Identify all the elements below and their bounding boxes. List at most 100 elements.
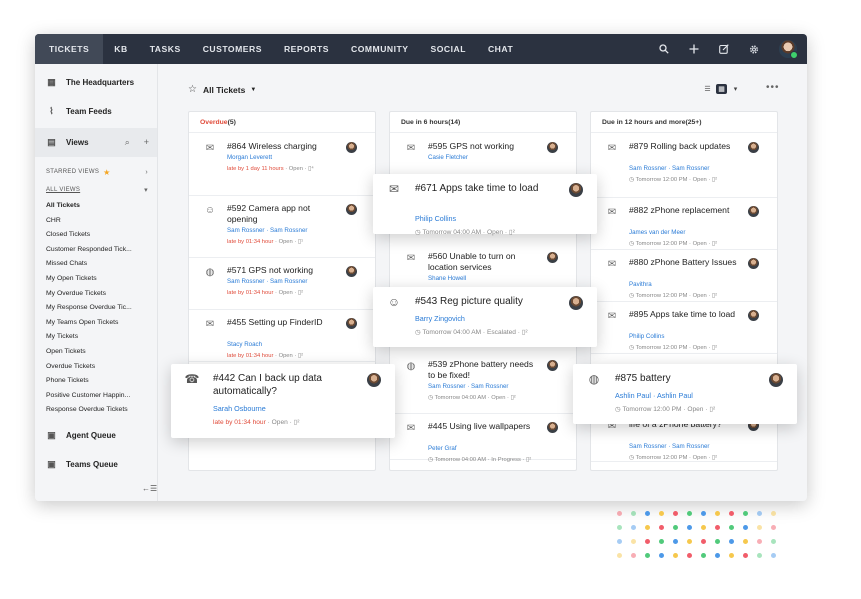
ticket-title[interactable]: #543 Reg picture quality bbox=[415, 295, 575, 308]
ticket-card[interactable]: ✉ #560 Unable to turn on location service… bbox=[390, 244, 576, 290]
view-item[interactable]: Customer Responded Tick... bbox=[35, 243, 145, 258]
view-item[interactable]: My Teams Open Tickets bbox=[35, 316, 145, 331]
ticket-title[interactable]: #592 Camera app not opening bbox=[227, 203, 337, 225]
view-item[interactable]: Missed Chats bbox=[35, 257, 145, 272]
ticket-assignee[interactable]: Philip Collins bbox=[415, 214, 456, 223]
ticket-assignee[interactable]: Barry Zingovich bbox=[415, 314, 465, 323]
tab-community[interactable]: COMMUNITY bbox=[340, 34, 420, 64]
ticket-assignee[interactable]: Morgan Leverett bbox=[227, 154, 272, 161]
ticket-title[interactable]: #671 Apps take time to load bbox=[415, 182, 575, 195]
ticket-assignee[interactable]: Shane Howell bbox=[428, 275, 466, 282]
ticket-title[interactable]: #895 Apps take time to load bbox=[629, 309, 739, 320]
all-views-header[interactable]: ALL VIEWS ▾ bbox=[35, 181, 157, 199]
ticket-assignee[interactable]: Casie Fletcher bbox=[428, 154, 468, 161]
ticket-assignee[interactable]: Sam Rossner · Sam Rossner bbox=[629, 443, 709, 450]
plus-icon[interactable] bbox=[689, 44, 699, 54]
view-item[interactable]: Open Tickets bbox=[35, 345, 145, 360]
decorative-dot bbox=[645, 539, 650, 544]
user-avatar[interactable] bbox=[779, 40, 798, 59]
ticket-assignee[interactable]: Peter Graf bbox=[428, 445, 457, 452]
ticket-title[interactable]: #595 GPS not working bbox=[428, 141, 538, 152]
ticket-meta: ◷ Tomorrow 04:00 AM · Open · ▯² bbox=[415, 229, 515, 236]
sidebar-item-agent-queue[interactable]: ▣ Agent Queue bbox=[35, 421, 157, 450]
ticket-title[interactable]: #875 battery bbox=[615, 372, 775, 385]
collapse-sidebar-icon[interactable]: ←☰ bbox=[142, 484, 157, 493]
view-item[interactable]: Positive Customer Happin... bbox=[35, 389, 145, 404]
view-item[interactable]: My Tickets bbox=[35, 330, 145, 345]
view-item[interactable]: Phone Tickets bbox=[35, 374, 145, 389]
tab-kb[interactable]: KB bbox=[103, 34, 138, 64]
view-item[interactable]: All Tickets bbox=[35, 199, 145, 214]
ticket-assignee[interactable]: Sam Rossner · Sam Rossner bbox=[629, 165, 709, 172]
all-tickets-selector[interactable]: ☆ All Tickets ▼ bbox=[188, 84, 256, 95]
view-item[interactable]: My Overdue Tickets bbox=[35, 287, 145, 302]
sidebar-item-team-feeds[interactable]: ⌇ Team Feeds bbox=[35, 97, 157, 126]
search-icon[interactable] bbox=[659, 44, 669, 54]
column-header: Due in 12 hours and more (25+) bbox=[591, 112, 777, 133]
tab-social[interactable]: SOCIAL bbox=[420, 34, 477, 64]
tab-tasks[interactable]: TASKS bbox=[139, 34, 192, 64]
dragged-ticket-card[interactable]: ◍ #875 battery Ashlin Paul · Ashlin Paul ◷ … bbox=[573, 364, 797, 424]
ticket-assignee[interactable]: Philip Collins bbox=[629, 333, 664, 340]
tab-reports[interactable]: REPORTS bbox=[273, 34, 340, 64]
ticket-card[interactable]: ✉ #882 zPhone replacement James van der Me… bbox=[591, 198, 777, 250]
ticket-card[interactable]: ◍ #539 zPhone battery needs to be fixed! S… bbox=[390, 352, 576, 414]
decorative-dot bbox=[715, 511, 720, 516]
ticket-card[interactable]: ✉ #455 Setting up FinderID Stacy Roach late… bbox=[189, 310, 375, 362]
tab-chat[interactable]: CHAT bbox=[477, 34, 524, 64]
ticket-title[interactable]: #879 Rolling back updates bbox=[629, 141, 739, 152]
ticket-card[interactable]: ☺ #592 Camera app not opening Sam Rossner … bbox=[189, 196, 375, 258]
compose-icon[interactable] bbox=[719, 44, 729, 54]
tab-tickets[interactable]: TICKETS bbox=[35, 34, 104, 64]
ticket-title[interactable]: #445 Using live wallpapers bbox=[428, 421, 538, 432]
view-item[interactable]: CHR bbox=[35, 214, 145, 229]
more-options-icon[interactable]: ••• bbox=[766, 82, 780, 93]
starred-views-header[interactable]: STARRED VIEWS ★ › bbox=[35, 163, 157, 181]
list-view-icon[interactable]: ☰ bbox=[702, 84, 713, 94]
ticket-card[interactable]: ◍ #571 GPS not working Sam Rossner · Sam R… bbox=[189, 258, 375, 310]
star-outline-icon[interactable]: ☆ bbox=[188, 84, 197, 95]
ticket-assignee[interactable]: Sam Rossner · Sam Rossner bbox=[428, 383, 508, 390]
view-item[interactable]: Closed Tickets bbox=[35, 228, 145, 243]
ticket-assignee[interactable]: Sam Rossner · Sam Rossner bbox=[227, 278, 307, 285]
decorative-dot bbox=[771, 553, 776, 558]
sidebar-item-headquarters[interactable]: ▦ The Headquarters bbox=[35, 68, 157, 97]
ticket-title[interactable]: #539 zPhone battery needs to be fixed! bbox=[428, 359, 538, 381]
ticket-title[interactable]: #571 GPS not working bbox=[227, 265, 337, 276]
search-views-icon[interactable]: ⌕ bbox=[125, 137, 130, 148]
ticket-assignee[interactable]: Pavithra bbox=[629, 281, 652, 288]
ticket-card[interactable]: ✉ #879 Rolling back updates Sam Rossner · … bbox=[591, 134, 777, 198]
view-item[interactable]: Response Overdue Tickets bbox=[35, 403, 145, 418]
email-icon: ✉ bbox=[607, 206, 617, 218]
ticket-title[interactable]: #864 Wireless charging bbox=[227, 141, 337, 152]
ticket-card[interactable]: ✉ #445 Using live wallpapers Peter Graf ◷ T… bbox=[390, 414, 576, 463]
view-item[interactable]: My Response Overdue Tic... bbox=[35, 301, 145, 316]
ticket-title[interactable]: #560 Unable to turn on location services bbox=[428, 251, 538, 273]
ticket-title[interactable]: #442 Can I back up data automatically? bbox=[213, 372, 373, 398]
ticket-assignee[interactable]: James van der Meer bbox=[629, 229, 685, 236]
gear-icon[interactable] bbox=[749, 44, 759, 54]
view-item[interactable]: Overdue Tickets bbox=[35, 360, 145, 375]
add-view-icon[interactable]: + bbox=[144, 137, 149, 148]
dragged-ticket-card[interactable]: ☎ #442 Can I back up data automatically? S… bbox=[171, 364, 395, 438]
view-dropdown-icon[interactable]: ▾ bbox=[730, 84, 741, 94]
ticket-title[interactable]: #455 Setting up FinderID bbox=[227, 317, 337, 328]
ticket-assignee[interactable]: Ashlin Paul · Ashlin Paul bbox=[615, 391, 693, 400]
ticket-title[interactable]: #880 zPhone Battery Issues bbox=[629, 257, 739, 268]
all-tickets-label: All Tickets bbox=[202, 84, 246, 95]
ticket-card[interactable]: ✉ #864 Wireless charging Morgan Leverett la… bbox=[189, 134, 375, 196]
view-item[interactable]: My Open Tickets bbox=[35, 272, 145, 287]
decorative-dot bbox=[631, 553, 636, 558]
ticket-title[interactable]: #882 zPhone replacement bbox=[629, 205, 739, 216]
board-view-icon[interactable]: ▦ bbox=[716, 84, 727, 94]
ticket-assignee[interactable]: Sarah Osbourne bbox=[213, 404, 266, 413]
sidebar-item-teams-queue[interactable]: ▣ Teams Queue bbox=[35, 450, 157, 479]
ticket-card[interactable]: ✉ #880 zPhone Battery Issues Pavithra ◷ Tom… bbox=[591, 250, 777, 302]
sidebar-item-views[interactable]: ▤ Views ⌕ + bbox=[35, 128, 157, 157]
ticket-card[interactable]: ✉ #895 Apps take time to load Philip Colli… bbox=[591, 302, 777, 354]
ticket-assignee[interactable]: Sam Rossner · Sam Rossner bbox=[227, 227, 307, 234]
dragged-ticket-card[interactable]: ✉ #671 Apps take time to load Philip Colli… bbox=[373, 174, 597, 236]
ticket-assignee[interactable]: Stacy Roach bbox=[227, 341, 262, 348]
dragged-ticket-card[interactable]: ☺ #543 Reg picture quality Barry Zingovich… bbox=[373, 287, 597, 347]
tab-customers[interactable]: CUSTOMERS bbox=[192, 34, 273, 64]
